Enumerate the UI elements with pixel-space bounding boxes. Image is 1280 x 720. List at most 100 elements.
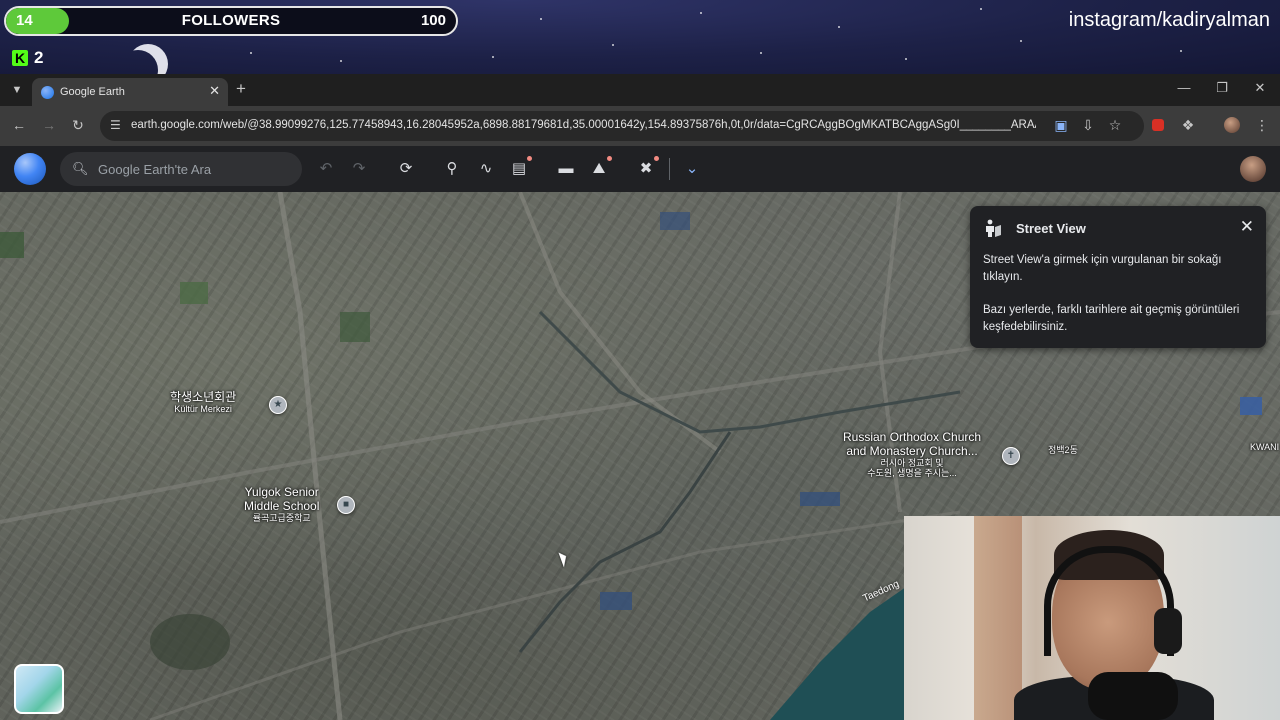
- url-text[interactable]: earth.google.com/web/@38.99099276,125.77…: [131, 119, 1036, 131]
- restore-icon[interactable]: ❐: [1212, 80, 1232, 96]
- kick-counter: K 2: [12, 48, 43, 68]
- taedong-river: [770, 587, 906, 720]
- poi-student-hall[interactable]: 학생소년회관 Kültür Merkezi: [170, 390, 236, 414]
- new-tab-plus-icon[interactable]: +: [236, 79, 246, 99]
- star: [838, 26, 840, 28]
- street-view-instruction: Street View'a girmek için vurgulanan bir…: [983, 254, 1222, 283]
- poi-sublabel: Kültür Merkezi: [174, 404, 232, 414]
- park-area: [150, 614, 230, 670]
- street-view-panel: Street View ✕ Street View'a girmek için …: [970, 206, 1266, 348]
- poi-yulgok-school[interactable]: Yulgok Senior Middle School 률곡고급중학교: [244, 485, 319, 523]
- street-view-history-hint: Bazı yerlerde, farklı tarihlere ait geçm…: [983, 304, 1240, 333]
- canal: [538, 310, 961, 434]
- measure-ruler-icon[interactable]: ▬: [555, 158, 577, 180]
- minimize-icon[interactable]: —: [1174, 80, 1194, 95]
- green-area: [340, 312, 370, 342]
- church-pin-icon[interactable]: ✝: [1002, 447, 1020, 465]
- add-placemark-icon[interactable]: ⚲: [441, 158, 463, 180]
- reload-icon[interactable]: ↻: [69, 117, 87, 134]
- tab-title: Google Earth: [60, 86, 125, 98]
- browser-tab-bar: ▼ Google Earth ✕ + — ❐ ✕: [0, 74, 1280, 106]
- star: [1020, 40, 1022, 42]
- poi-sublabel: 러시아 정교회 및: [880, 458, 944, 468]
- google-earth-toolbar: 🔍︎ ↶ ↷ ⟳ ⚲ ∿ ▤ ▬ ⛰ ✖ ⌄: [0, 146, 1280, 192]
- stream: [518, 431, 732, 653]
- add-path-icon[interactable]: ∿: [475, 158, 497, 180]
- google-lens-icon[interactable]: ▣: [1052, 117, 1070, 134]
- tab-close-icon[interactable]: ✕: [209, 83, 220, 99]
- browser-nav-bar: ← → ↻ ☰ earth.google.com/web/@38.9909927…: [0, 106, 1280, 146]
- star: [250, 52, 252, 54]
- tab-google-earth[interactable]: Google Earth ✕: [32, 78, 228, 106]
- street-view-title: Street View: [1016, 221, 1086, 236]
- map-style-layers-icon[interactable]: ▤: [508, 156, 532, 180]
- map-layer-toggle-thumbnail[interactable]: [14, 664, 64, 714]
- earth-search-input[interactable]: [98, 158, 294, 180]
- poi-label: 학생소년회관: [170, 390, 237, 404]
- browser-menu-icon[interactable]: ⋮: [1253, 117, 1271, 135]
- star: [700, 12, 702, 14]
- poi-label: 정백2동: [1048, 445, 1078, 455]
- street-view-pegman-icon: [986, 219, 1001, 237]
- browser-profile-avatar[interactable]: [1224, 117, 1240, 133]
- kick-logo-icon: K: [12, 50, 28, 66]
- kick-count: 2: [34, 48, 44, 67]
- poi-label: Yulgok Senior: [244, 485, 319, 499]
- more-chevron-down-icon[interactable]: ⌄: [681, 158, 703, 180]
- star: [612, 44, 614, 46]
- search-icon: 🔍︎: [72, 161, 89, 176]
- address-bar[interactable]: ☰ earth.google.com/web/@38.99099276,125.…: [100, 111, 1144, 141]
- notification-dot: [654, 156, 659, 161]
- blue-roofs: [1240, 397, 1262, 415]
- star: [1180, 50, 1182, 52]
- tools-icon[interactable]: ✖: [635, 156, 659, 180]
- star: [492, 56, 494, 58]
- poi-label: KWANI: [1250, 442, 1280, 452]
- toolbar-divider: [669, 158, 670, 180]
- earth-search-box[interactable]: 🔍︎: [60, 152, 302, 186]
- forward-arrow-icon[interactable]: →: [40, 117, 58, 133]
- star: [540, 18, 542, 20]
- instagram-handle: instagram/kadiryalman: [1068, 9, 1270, 31]
- poi-pin-icon[interactable]: ★: [269, 396, 287, 414]
- blue-roofs: [600, 592, 632, 610]
- poi-kwangbok[interactable]: KWANI: [1250, 442, 1279, 452]
- google-account-avatar[interactable]: [1240, 156, 1266, 182]
- notification-dot: [527, 156, 532, 161]
- poi-neighborhood[interactable]: 정백2동: [1048, 445, 1078, 455]
- green-area: [180, 282, 208, 304]
- webcam-overlay: [904, 516, 1280, 720]
- projects-icon[interactable]: ⛰: [588, 156, 612, 180]
- poi-label: Russian Orthodox Church: [843, 430, 982, 444]
- star: [340, 60, 342, 62]
- moon-decoration: [118, 50, 158, 74]
- poi-label: Middle School: [244, 499, 320, 513]
- star: [980, 8, 982, 10]
- poi-russian-church[interactable]: Russian Orthodox Church and Monastery Ch…: [843, 430, 981, 478]
- google-earth-logo-icon[interactable]: [14, 153, 46, 185]
- blue-roofs: [800, 492, 840, 506]
- poi-label: and Monastery Church...: [846, 444, 978, 458]
- back-arrow-icon[interactable]: ←: [10, 117, 28, 133]
- headset-earcup: [1154, 608, 1182, 654]
- followers-goal-bar: 14 FOLLOWERS 100: [4, 6, 458, 36]
- followers-goal: 100: [420, 12, 446, 29]
- tab-search-chevron-icon[interactable]: ▼: [8, 81, 26, 99]
- school-pin-icon[interactable]: ■: [337, 496, 355, 514]
- extension-red-icon[interactable]: [1152, 119, 1164, 131]
- blue-roofs: [660, 212, 690, 230]
- poi-sublabel: 률곡고급중학교: [252, 513, 311, 523]
- extensions-puzzle-icon[interactable]: ❖: [1179, 117, 1197, 135]
- redo-icon[interactable]: ↷: [348, 158, 370, 180]
- history-icon[interactable]: ⟳: [395, 158, 417, 180]
- site-info-icon[interactable]: ☰: [110, 118, 121, 132]
- green-area: [0, 232, 24, 258]
- install-app-icon[interactable]: ⇩: [1079, 117, 1097, 134]
- window-close-icon[interactable]: ✕: [1250, 80, 1270, 96]
- webcam-background-door: [974, 516, 1022, 720]
- microphone-icon: [1088, 672, 1178, 720]
- google-earth-favicon-icon: [41, 86, 54, 99]
- undo-icon[interactable]: ↶: [315, 158, 337, 180]
- close-icon[interactable]: ✕: [1240, 217, 1254, 237]
- bookmark-star-icon[interactable]: ☆: [1106, 117, 1124, 134]
